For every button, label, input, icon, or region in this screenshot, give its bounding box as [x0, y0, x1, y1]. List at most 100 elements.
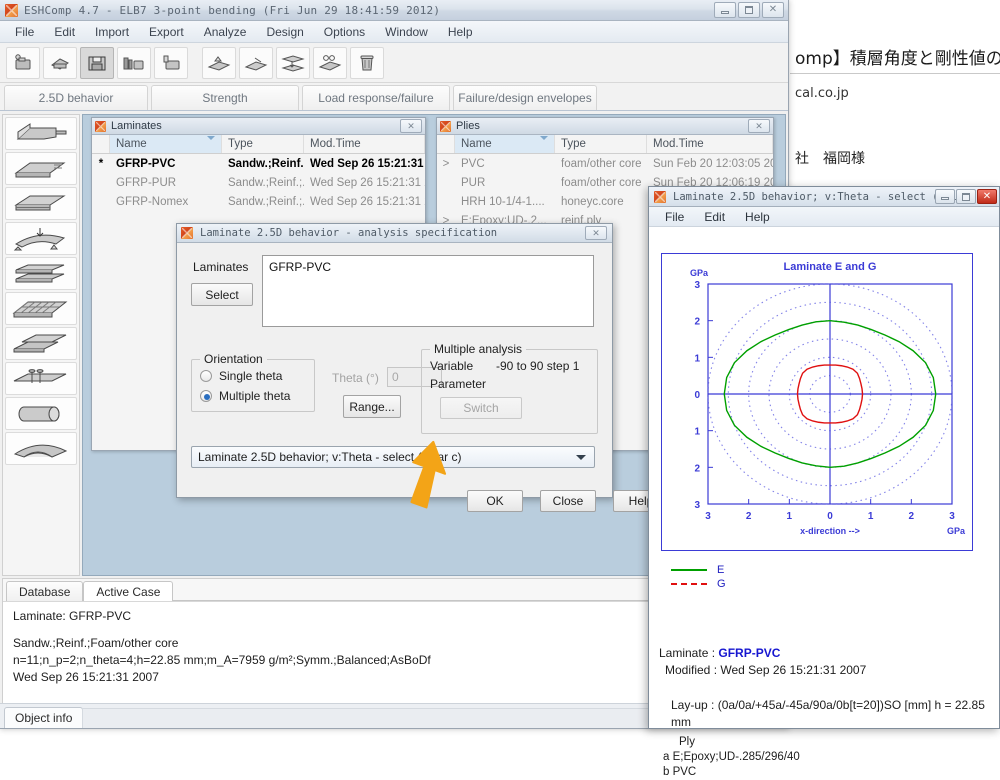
- open-case-icon[interactable]: [6, 46, 40, 79]
- list-item[interactable]: > PVC foam/other core Sun Feb 20 12:03:0…: [437, 154, 773, 173]
- cylinder-icon[interactable]: [5, 397, 77, 430]
- tab-failure-design-envelopes[interactable]: Failure/design envelopes: [453, 85, 597, 110]
- close-icon: ✕: [755, 120, 763, 131]
- plies-col-modtime[interactable]: Mod.Time: [647, 135, 773, 153]
- plies-close-button[interactable]: ✕: [748, 119, 770, 133]
- laminates-col-name[interactable]: Name: [110, 135, 222, 153]
- table-row[interactable]: * GFRP-PVC Sandw.;Reinf.;... Wed Sep 26 …: [92, 154, 425, 173]
- menu-import[interactable]: Import: [86, 23, 138, 41]
- row-marker: *: [98, 157, 104, 170]
- chart-minimize-button[interactable]: [935, 189, 955, 204]
- plies-col-marker: [437, 135, 455, 153]
- select-button[interactable]: Select: [191, 283, 253, 306]
- selected-laminate-listbox[interactable]: GFRP-PVC: [262, 255, 594, 327]
- chart-menu-help[interactable]: Help: [737, 209, 778, 225]
- curved-shell-icon[interactable]: [5, 432, 77, 465]
- plate-edge-icon[interactable]: [5, 152, 77, 185]
- chart-body: Laminate E and G GPa GPa x-direction --> 3 2 1…: [649, 227, 999, 778]
- radio-single-theta[interactable]: Single theta: [200, 369, 282, 383]
- tab-load-response-failure[interactable]: Load response/failure: [302, 85, 450, 110]
- output-select-combobox[interactable]: Laminate 2.5D behavior; v:Theta - select…: [191, 446, 595, 468]
- spec-dialog-close-button[interactable]: ✕: [585, 226, 607, 240]
- row-modtime: Wed Sep 26 15:21:31 2007: [310, 176, 425, 189]
- beam-rod-icon[interactable]: [5, 117, 77, 150]
- background-divider: [790, 73, 1000, 74]
- plies-col-name[interactable]: Name: [455, 135, 555, 153]
- menu-edit[interactable]: Edit: [45, 23, 84, 41]
- chart-window-icon: [654, 190, 666, 203]
- tab-database[interactable]: Database: [6, 581, 84, 601]
- row-modtime: Wed Sep 26 15:21:31 2007: [310, 195, 425, 208]
- plies-title: Plies: [456, 120, 480, 132]
- laminates-grid-header: Name Type Mod.Time: [92, 135, 425, 154]
- inspect-icon[interactable]: [313, 46, 347, 79]
- plies-col-type[interactable]: Type: [555, 135, 647, 153]
- background-person-text: 社 福岡様: [795, 151, 865, 167]
- orientation-group: Orientation Single theta Multiple theta: [191, 352, 315, 412]
- batch-icon[interactable]: [117, 46, 151, 79]
- tab-object-info[interactable]: Object info: [4, 707, 84, 728]
- chart-maximize-button[interactable]: [956, 189, 976, 204]
- lap-joint-icon[interactable]: [5, 327, 77, 360]
- plies-window-icon: [440, 120, 451, 132]
- row-type: Sandw.;Reinf.;...: [228, 176, 304, 189]
- close-button[interactable]: ✕: [762, 2, 784, 18]
- laminate-stack-icon[interactable]: [5, 187, 77, 220]
- svg-text:2: 2: [909, 511, 915, 522]
- sandwich-icon[interactable]: [276, 46, 310, 79]
- minimize-button[interactable]: [714, 2, 736, 18]
- chart-titlebar: Laminate 2.5D behavior; v:Theta - select…: [649, 187, 999, 207]
- menu-options[interactable]: Options: [315, 23, 374, 41]
- save-icon[interactable]: [80, 46, 114, 79]
- polar-plot: Laminate E and G GPa GPa x-direction --> 3 2 1…: [661, 253, 973, 551]
- tab-active-case[interactable]: Active Case: [83, 581, 174, 601]
- menu-export[interactable]: Export: [140, 23, 193, 41]
- laminates-rows: * GFRP-PVC Sandw.;Reinf.;... Wed Sep 26 …: [92, 154, 425, 211]
- laminates-col-modtime[interactable]: Mod.Time: [304, 135, 425, 153]
- app-logo-icon: [5, 3, 18, 17]
- app-window-controls: ✕: [714, 2, 784, 18]
- row-name: HRH 10-1/4-1....: [461, 195, 545, 208]
- chart-laminate-row: Laminate : GFRP-PVC: [659, 645, 866, 662]
- i-beam-icon[interactable]: [5, 257, 77, 290]
- bending-plate-icon[interactable]: [5, 222, 77, 255]
- ok-button[interactable]: OK: [467, 490, 523, 512]
- chart-close-button[interactable]: ✕: [977, 189, 997, 204]
- table-row[interactable]: GFRP-Nomex Sandw.;Reinf.;... Wed Sep 26 …: [92, 192, 425, 211]
- svg-text:GPa: GPa: [690, 268, 709, 278]
- table-row[interactable]: GFRP-PUR Sandw.;Reinf.;... Wed Sep 26 15…: [92, 173, 425, 192]
- svg-text:3: 3: [949, 511, 955, 522]
- chart-menu-edit[interactable]: Edit: [696, 209, 733, 225]
- bolted-joint-icon[interactable]: [5, 362, 77, 395]
- honeycomb-icon[interactable]: [5, 292, 77, 325]
- menu-window[interactable]: Window: [376, 23, 437, 41]
- laminates-col-type[interactable]: Type: [222, 135, 304, 153]
- chart-menu-file[interactable]: File: [657, 209, 692, 225]
- new-case-icon[interactable]: [154, 46, 188, 79]
- switch-button[interactable]: Switch: [440, 397, 522, 419]
- cancel-button[interactable]: Close: [540, 490, 596, 512]
- menu-design[interactable]: Design: [257, 23, 312, 41]
- variable-value: -90 to 90 step 1: [496, 359, 580, 373]
- ply-icon[interactable]: [239, 46, 273, 79]
- maximize-button[interactable]: [738, 2, 760, 18]
- row-modtime: Wed Sep 26 15:21:31 2007: [310, 157, 425, 170]
- svg-text:2: 2: [694, 463, 700, 474]
- chart-window-controls: ✕: [935, 189, 997, 204]
- range-button[interactable]: Range...: [343, 395, 401, 418]
- tab-2-5d-behavior[interactable]: 2.5D behavior: [4, 85, 148, 110]
- tab-strength[interactable]: Strength: [151, 85, 299, 110]
- delete-icon[interactable]: [350, 46, 384, 79]
- row-marker: >: [442, 157, 450, 170]
- chart-legend: E G: [671, 563, 726, 591]
- menu-help[interactable]: Help: [439, 23, 482, 41]
- minimize-icon: [721, 10, 729, 14]
- menu-file[interactable]: File: [6, 23, 43, 41]
- radio-multiple-theta[interactable]: Multiple theta: [200, 389, 290, 403]
- menu-analyze[interactable]: Analyze: [195, 23, 256, 41]
- laminate-icon[interactable]: [202, 46, 236, 79]
- load-case-icon[interactable]: [43, 46, 77, 79]
- laminates-close-button[interactable]: ✕: [400, 119, 422, 133]
- output-select-value: Laminate 2.5D behavior; v:Theta - select…: [198, 450, 462, 464]
- legend-line-g: [671, 583, 707, 585]
